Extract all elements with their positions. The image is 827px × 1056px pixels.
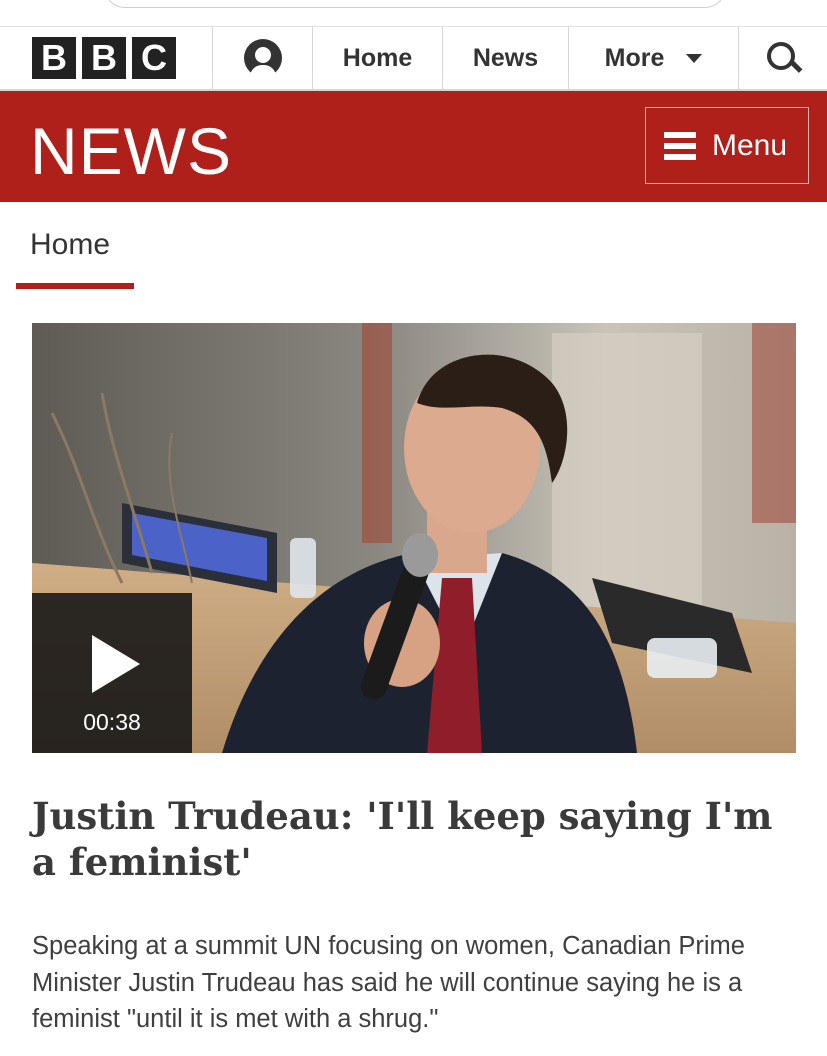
search-button[interactable] (738, 27, 827, 89)
bbc-logo-letter: B (82, 37, 126, 79)
menu-label: Menu (712, 128, 788, 162)
chevron-down-icon (686, 53, 703, 63)
bbc-logo-letter: B (32, 37, 76, 79)
bbc-logo-letter: C (132, 37, 176, 79)
nav-more-label: More (604, 43, 665, 72)
article-summary: Speaking at a summit UN focusing on wome… (32, 932, 745, 1033)
article-headline[interactable]: Justin Trudeau: 'I'll keep saying I'm a … (32, 793, 802, 885)
account-icon (243, 39, 282, 77)
nav-more-dropdown[interactable]: More (568, 27, 738, 89)
bbc-masthead: B B C Home News More (0, 27, 827, 91)
video-duration: 00:38 (83, 709, 141, 735)
search-icon (764, 39, 803, 77)
menu-button[interactable]: Menu (645, 107, 809, 184)
bbc-logo[interactable]: B B C (0, 27, 212, 89)
nav-news-link[interactable]: News (442, 27, 568, 89)
hamburger-icon (664, 131, 696, 160)
nav-home-label: Home (342, 43, 413, 72)
subnav-home-tab[interactable]: Home (30, 228, 110, 262)
subnav-active-indicator (16, 283, 134, 289)
nav-home-link[interactable]: Home (312, 27, 442, 89)
news-wordmark[interactable]: NEWS (30, 113, 232, 189)
news-banner: NEWS Menu (0, 91, 827, 202)
browser-url-bar-area (0, 0, 827, 26)
browser-url-bar[interactable] (104, 0, 726, 8)
video-play-overlay[interactable]: 00:38 (32, 593, 192, 753)
nav-news-label: News (472, 43, 539, 72)
play-icon (92, 635, 140, 693)
account-button[interactable] (212, 27, 312, 89)
